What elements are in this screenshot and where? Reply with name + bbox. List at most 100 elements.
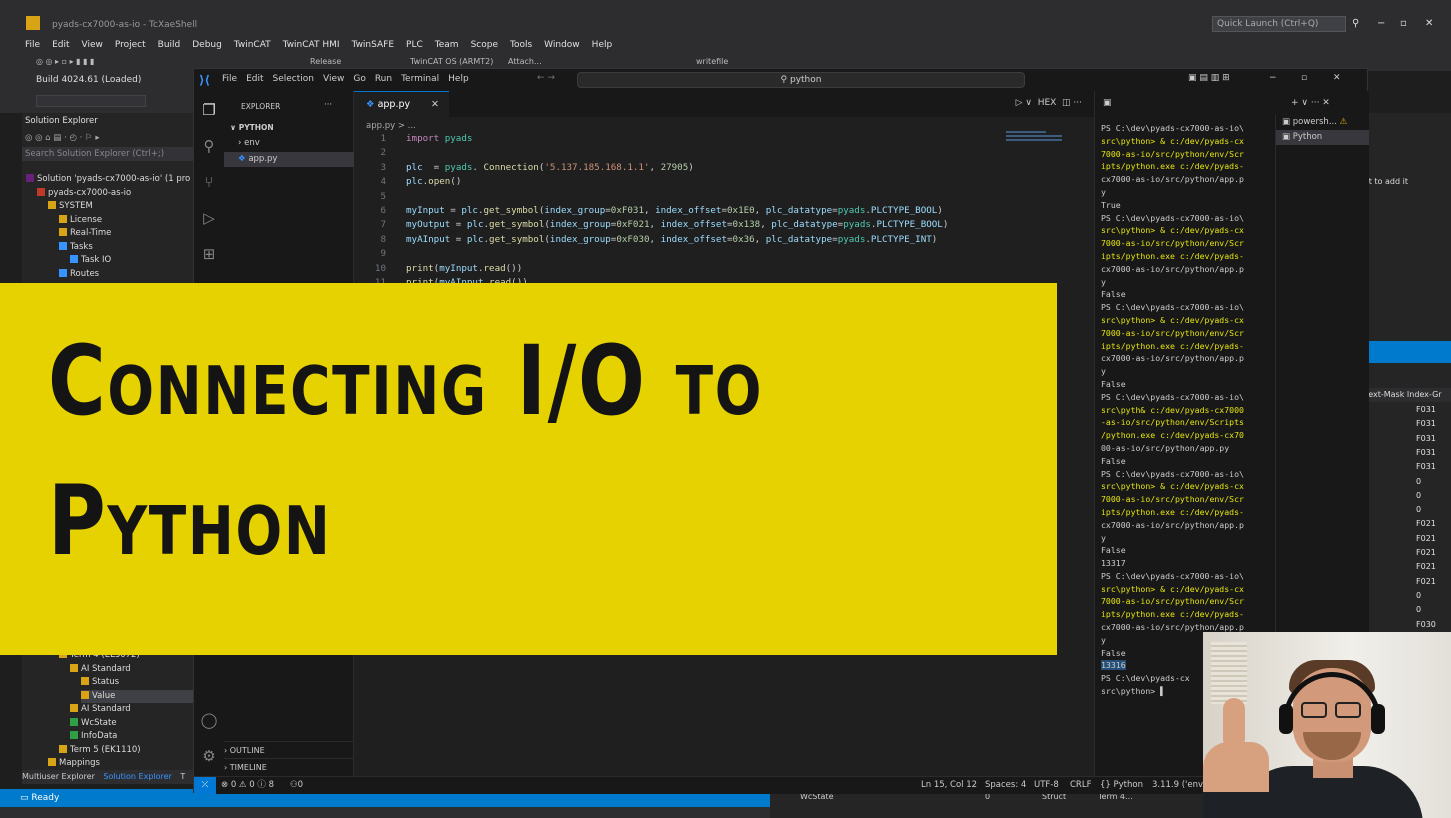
- tree-item[interactable]: SYSTEM: [48, 200, 196, 213]
- tree-item[interactable]: Solution 'pyads-cx7000-as-io' (1 pro: [26, 173, 196, 186]
- config-dropdown[interactable]: Release: [310, 57, 341, 66]
- tree-node-icon: [59, 241, 67, 250]
- tree-item[interactable]: Real-Time: [59, 227, 196, 240]
- vscode-minimize-button[interactable]: −: [1269, 73, 1277, 83]
- close-button[interactable]: ✕: [1425, 18, 1433, 29]
- line-number: 6: [380, 205, 386, 216]
- minimap[interactable]: [1006, 131, 1066, 151]
- explorer-item-app-py[interactable]: ❖ app.py: [224, 152, 354, 167]
- close-tab-icon[interactable]: ✕: [431, 92, 439, 118]
- vscode-menu-item[interactable]: View: [323, 74, 344, 84]
- editor-actions[interactable]: ▷ ∨ HEX ◫ ···: [1016, 98, 1082, 108]
- vs-menu-item[interactable]: TwinSAFE: [352, 37, 394, 53]
- target-dropdown[interactable]: TwinCAT OS (ARMT2): [410, 57, 493, 66]
- quick-launch-input[interactable]: Quick Launch (Ctrl+Q): [1212, 16, 1346, 32]
- build-dropdown[interactable]: Build 4024.61 (Loaded): [36, 75, 141, 85]
- vs-menu-item[interactable]: Tools: [510, 37, 532, 53]
- vscode-close-button[interactable]: ✕: [1333, 73, 1341, 83]
- end-of-line[interactable]: CRLF: [1070, 777, 1091, 794]
- vs-menu-item[interactable]: TwinCAT HMI: [283, 37, 340, 53]
- tree-item[interactable]: License: [59, 214, 196, 227]
- tree-item[interactable]: Tasks: [59, 241, 196, 254]
- tree-item[interactable]: Routes: [59, 268, 196, 281]
- vs-menu-item[interactable]: View: [82, 37, 103, 53]
- explorer-icon[interactable]: ❐: [200, 101, 218, 119]
- vs-menu-item[interactable]: TwinCAT: [234, 37, 271, 53]
- timeline-section[interactable]: › TIMELINE: [224, 758, 354, 775]
- terminal-text: PS C:\dev\pyads-cx7000-as-io\: [1101, 468, 1244, 479]
- vscode-menu-item[interactable]: Terminal: [401, 74, 439, 84]
- code-token: 0xF021: [616, 219, 650, 231]
- indentation[interactable]: Spaces: 4: [985, 777, 1026, 794]
- tree-item[interactable]: Status: [81, 676, 196, 689]
- tree-item[interactable]: Mappings: [48, 757, 196, 770]
- tree-node-icon: [59, 744, 67, 753]
- vs-menu-item[interactable]: PLC: [406, 37, 423, 53]
- vs-menu-item[interactable]: File: [25, 37, 40, 53]
- nav-arrows-icon[interactable]: ← →: [537, 73, 555, 83]
- vs-menu-item[interactable]: Window: [544, 37, 580, 53]
- attach-button[interactable]: Attach...: [508, 57, 542, 66]
- code-line: plc = pyads. Connection('5.137.185.168.1…: [406, 162, 694, 173]
- explorer-item-env[interactable]: › env: [224, 136, 354, 151]
- source-control-icon[interactable]: ⑂: [200, 173, 218, 191]
- terminal-instance[interactable]: ▣ powersh... ⚠: [1276, 115, 1369, 130]
- vs-menu-item[interactable]: Edit: [52, 37, 69, 53]
- layout-toggle-icon[interactable]: ▣ ▤ ▥ ⊞: [1188, 73, 1230, 83]
- remote-indicator-icon[interactable]: ⤫: [194, 777, 216, 794]
- tree-item-label: Tasks: [70, 241, 93, 252]
- vscode-maximize-button[interactable]: ▫: [1301, 73, 1307, 83]
- language-mode[interactable]: {} Python: [1100, 777, 1143, 794]
- project-folder[interactable]: ∨ PYTHON: [224, 120, 354, 135]
- tab-multiuser-explorer[interactable]: Multiuser Explorer: [22, 772, 95, 781]
- vscode-menu-item[interactable]: Help: [448, 74, 469, 84]
- command-center-input[interactable]: ⚲ python: [577, 72, 1025, 88]
- vscode-menu-item[interactable]: Run: [375, 74, 392, 84]
- solution-search-input[interactable]: Search Solution Explorer (Ctrl+;): [22, 147, 195, 161]
- vs-menu-item[interactable]: Scope: [471, 37, 498, 53]
- tree-item[interactable]: InfoData: [70, 730, 196, 743]
- target-select[interactable]: [36, 95, 146, 107]
- vs-menu-item[interactable]: Build: [158, 37, 181, 53]
- terminal-instance[interactable]: ▣ Python: [1276, 130, 1369, 145]
- extensions-icon[interactable]: ⊞: [200, 245, 218, 263]
- settings-gear-icon[interactable]: ⚙: [200, 747, 218, 765]
- nav-back-icon[interactable]: ◎ ◎ ▸ ▫ ▸ ▮ ▮ ▮: [36, 57, 94, 66]
- tree-item[interactable]: Task IO: [70, 254, 196, 267]
- vscode-menu-item[interactable]: Edit: [246, 74, 263, 84]
- vs-menu-item[interactable]: Team: [435, 37, 459, 53]
- vscode-menu-item[interactable]: Selection: [273, 74, 314, 84]
- writefile-dropdown[interactable]: writefile: [696, 57, 728, 66]
- terminal-output[interactable]: PS C:\dev\pyads-cx7000-as-io\ src\python>…: [1101, 122, 1269, 698]
- maximize-button[interactable]: ▫: [1400, 18, 1407, 29]
- vscode-menu-item[interactable]: Go: [353, 74, 365, 84]
- vs-menu-item[interactable]: Help: [592, 37, 613, 53]
- tree-item[interactable]: Term 5 (EK1110): [59, 744, 196, 757]
- encoding[interactable]: UTF-8: [1034, 777, 1059, 794]
- vs-menu-item[interactable]: Project: [115, 37, 146, 53]
- cursor-position[interactable]: Ln 15, Col 12: [921, 777, 977, 794]
- tree-item[interactable]: WcState: [70, 717, 196, 730]
- run-debug-icon[interactable]: ▷: [200, 209, 218, 227]
- hex-editor-button[interactable]: HEX: [1038, 98, 1057, 108]
- outline-section[interactable]: › OUTLINE: [224, 741, 354, 758]
- new-terminal-icon[interactable]: + ∨ ··· ✕: [1291, 98, 1330, 108]
- tree-item[interactable]: pyads-cx7000-as-io: [37, 187, 196, 200]
- minimize-button[interactable]: −: [1377, 18, 1385, 29]
- problems-indicator[interactable]: ⊗ 0 ⚠ 0 ⓘ 8: [221, 777, 274, 794]
- tree-item[interactable]: Value: [81, 689, 196, 703]
- search-icon[interactable]: ⚲: [200, 137, 218, 155]
- breadcrumb[interactable]: app.py > ...: [366, 121, 416, 131]
- tab-app-py[interactable]: ❖ app.py ✕: [354, 91, 449, 117]
- search-icon[interactable]: ⚲: [1352, 18, 1359, 29]
- more-actions-icon[interactable]: ···: [324, 100, 332, 110]
- tree-item[interactable]: AI Standard: [70, 703, 196, 716]
- python-interpreter[interactable]: 3.11.9 ('env':: [1152, 777, 1208, 794]
- tab-team[interactable]: T: [180, 772, 185, 781]
- account-icon[interactable]: ◯: [200, 711, 218, 729]
- vs-menu-item[interactable]: Debug: [192, 37, 222, 53]
- tree-item[interactable]: AI Standard: [70, 663, 196, 676]
- vscode-menu-item[interactable]: File: [222, 74, 237, 84]
- tab-solution-explorer[interactable]: Solution Explorer: [103, 772, 171, 781]
- ports-indicator[interactable]: ⚇ 0: [290, 777, 303, 794]
